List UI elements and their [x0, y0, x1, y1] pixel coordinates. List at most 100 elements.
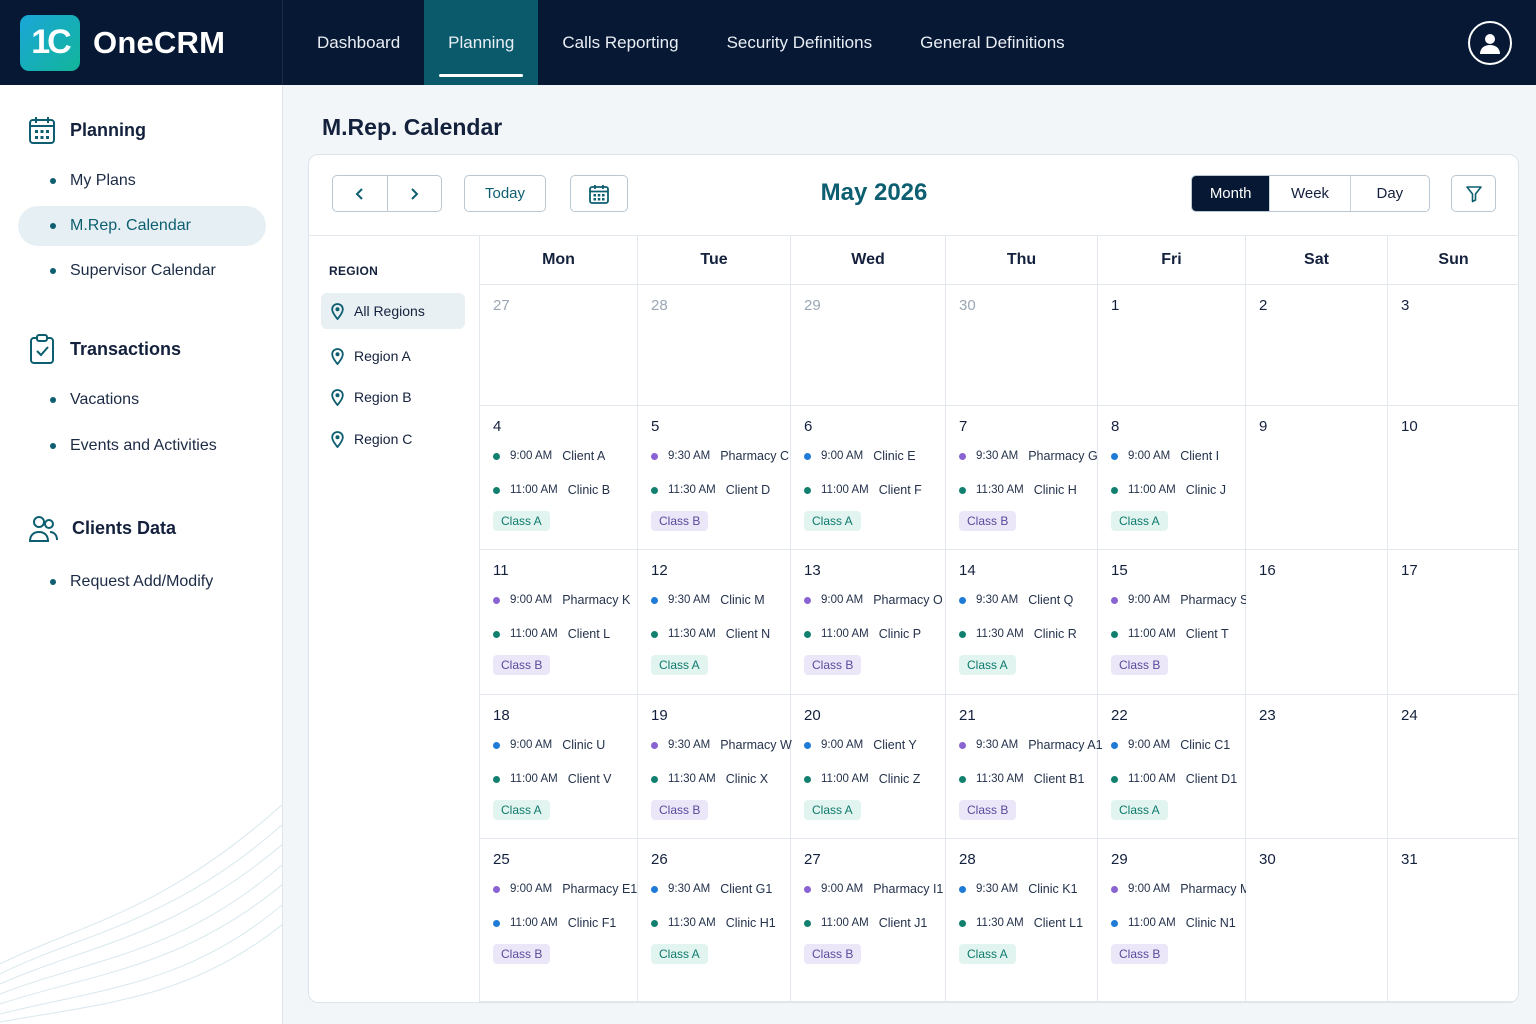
calendar-event[interactable]: 11:30 AM Client L1: [959, 916, 1097, 930]
day-cell[interactable]: 17: [1388, 550, 1518, 694]
calendar-event[interactable]: 9:30 AM Client Q: [959, 593, 1097, 607]
day-cell[interactable]: 20 9:00 AM Client Y 11:00 AM Clinic Z Class A: [791, 695, 946, 838]
view-week-button[interactable]: Week: [1269, 176, 1349, 211]
sidebar-section-transactions[interactable]: Transactions: [28, 333, 181, 365]
day-cell[interactable]: 28 9:30 AM Clinic K1 11:30 AM Client L1 Class…: [946, 839, 1098, 1001]
calendar-event[interactable]: 9:00 AM Client A: [493, 449, 637, 463]
day-cell[interactable]: 21 9:30 AM Pharmacy A1 11:30 AM Client B1 Cla…: [946, 695, 1103, 838]
calendar-event[interactable]: 9:30 AM Pharmacy G: [959, 449, 1098, 463]
day-cell[interactable]: 6 9:00 AM Clinic E 11:00 AM Client F Class A: [791, 406, 946, 549]
calendar-event[interactable]: 9:00 AM Client I: [1111, 449, 1245, 463]
calendar-event[interactable]: 11:00 AM Clinic J: [1111, 483, 1245, 497]
sidebar-item-vacations[interactable]: Vacations: [18, 380, 266, 420]
day-cell[interactable]: 9: [1246, 406, 1388, 549]
region-item-c[interactable]: Region C: [321, 421, 465, 457]
calendar-event[interactable]: 9:00 AM Pharmacy O: [804, 593, 945, 607]
calendar-event[interactable]: 11:00 AM Client T: [1111, 627, 1245, 641]
day-cell[interactable]: 11 9:00 AM Pharmacy K 11:00 AM Client L Class…: [480, 550, 638, 694]
calendar-event[interactable]: 9:30 AM Pharmacy C: [651, 449, 790, 463]
sidebar-section-clients-data[interactable]: Clients Data: [28, 513, 176, 543]
view-day-button[interactable]: Day: [1349, 176, 1429, 211]
calendar-event[interactable]: 11:30 AM Clinic H1: [651, 916, 790, 930]
calendar-event[interactable]: 11:00 AM Clinic F1: [493, 916, 637, 930]
sidebar-item-mrep-calendar[interactable]: M.Rep. Calendar: [18, 206, 266, 246]
calendar-event[interactable]: 9:30 AM Clinic M: [651, 593, 790, 607]
nav-dashboard[interactable]: Dashboard: [283, 0, 424, 85]
day-cell[interactable]: 28: [638, 285, 791, 405]
calendar-event[interactable]: 11:30 AM Client N: [651, 627, 790, 641]
day-cell[interactable]: 16: [1246, 550, 1388, 694]
nav-general-definitions[interactable]: General Definitions: [896, 0, 1089, 85]
calendar-event[interactable]: 9:00 AM Clinic E: [804, 449, 945, 463]
calendar-event[interactable]: 11:30 AM Clinic R: [959, 627, 1097, 641]
brand[interactable]: 1C OneCRM: [0, 0, 283, 85]
calendar-event[interactable]: 9:00 AM Client Y: [804, 738, 945, 752]
day-cell[interactable]: 29 9:00 AM Pharmacy M1 11:00 AM Clinic N1 Cla…: [1098, 839, 1257, 1001]
calendar-event[interactable]: 9:00 AM Clinic U: [493, 738, 637, 752]
calendar-event[interactable]: 9:00 AM Pharmacy S: [1111, 593, 1248, 607]
day-cell[interactable]: 15 9:00 AM Pharmacy S 11:00 AM Client T Class…: [1098, 550, 1248, 694]
view-month-button[interactable]: Month: [1192, 176, 1270, 211]
calendar-event[interactable]: 11:00 AM Clinic N1: [1111, 916, 1245, 930]
calendar-event[interactable]: 11:30 AM Clinic H: [959, 483, 1097, 497]
region-item-a[interactable]: Region A: [321, 338, 465, 374]
calendar-event[interactable]: 11:00 AM Client F: [804, 483, 945, 497]
calendar-event[interactable]: 9:30 AM Clinic K1: [959, 882, 1097, 896]
sidebar-section-planning[interactable]: Planning: [28, 115, 146, 145]
calendar-event[interactable]: 9:30 AM Pharmacy W: [651, 738, 792, 752]
calendar-event[interactable]: 11:00 AM Clinic B: [493, 483, 637, 497]
day-cell[interactable]: 12 9:30 AM Clinic M 11:30 AM Client N Class A: [638, 550, 791, 694]
nav-planning[interactable]: Planning: [424, 0, 539, 85]
weekday-header-mon: Mon: [480, 236, 638, 284]
calendar-event[interactable]: 11:30 AM Client B1: [959, 772, 1097, 786]
calendar-event[interactable]: 11:00 AM Client V: [493, 772, 637, 786]
day-cell[interactable]: 5 9:30 AM Pharmacy C 11:30 AM Client D Class …: [638, 406, 791, 549]
calendar-event[interactable]: 9:00 AM Pharmacy E1: [493, 882, 637, 896]
user-avatar-icon[interactable]: [1468, 21, 1512, 65]
day-cell[interactable]: 18 9:00 AM Clinic U 11:00 AM Client V Class A: [480, 695, 638, 838]
nav-security-definitions[interactable]: Security Definitions: [703, 0, 897, 85]
day-cell[interactable]: 23: [1246, 695, 1388, 838]
region-item-b[interactable]: Region B: [321, 379, 465, 415]
calendar-event[interactable]: 11:00 AM Client D1: [1111, 772, 1245, 786]
day-cell[interactable]: 10: [1388, 406, 1518, 549]
calendar-event[interactable]: 11:00 AM Client L: [493, 627, 637, 641]
sidebar-item-supervisor-calendar[interactable]: Supervisor Calendar: [18, 251, 266, 291]
calendar-event[interactable]: 9:30 AM Pharmacy A1: [959, 738, 1103, 752]
day-cell[interactable]: 2: [1246, 285, 1388, 405]
calendar-event[interactable]: 11:00 AM Client J1: [804, 916, 945, 930]
calendar-event[interactable]: 9:00 AM Pharmacy M1: [1111, 882, 1257, 896]
day-cell[interactable]: 7 9:30 AM Pharmacy G 11:30 AM Clinic H Class …: [946, 406, 1098, 549]
day-cell[interactable]: 4 9:00 AM Client A 11:00 AM Clinic B Class A: [480, 406, 638, 549]
calendar-event[interactable]: 9:00 AM Clinic C1: [1111, 738, 1245, 752]
day-cell[interactable]: 26 9:30 AM Client G1 11:30 AM Clinic H1 Class…: [638, 839, 791, 1001]
day-cell[interactable]: 1: [1098, 285, 1246, 405]
calendar-event[interactable]: 11:00 AM Clinic P: [804, 627, 945, 641]
day-cell[interactable]: 22 9:00 AM Clinic C1 11:00 AM Client D1 Class…: [1098, 695, 1246, 838]
day-cell[interactable]: 25 9:00 AM Pharmacy E1 11:00 AM Clinic F1 Cla…: [480, 839, 638, 1001]
filter-button[interactable]: [1451, 175, 1496, 212]
calendar-event[interactable]: 11:00 AM Clinic Z: [804, 772, 945, 786]
calendar-event[interactable]: 9:00 AM Pharmacy I1: [804, 882, 945, 896]
day-cell[interactable]: 27 9:00 AM Pharmacy I1 11:00 AM Client J1 Cla…: [791, 839, 946, 1001]
day-cell[interactable]: 29: [791, 285, 946, 405]
day-cell[interactable]: 30: [946, 285, 1098, 405]
day-cell[interactable]: 31: [1388, 839, 1518, 1001]
nav-calls-reporting[interactable]: Calls Reporting: [538, 0, 702, 85]
day-cell[interactable]: 14 9:30 AM Client Q 11:30 AM Clinic R Class A: [946, 550, 1098, 694]
day-cell[interactable]: 19 9:30 AM Pharmacy W 11:30 AM Clinic X Class…: [638, 695, 792, 838]
day-cell[interactable]: 8 9:00 AM Client I 11:00 AM Clinic J Class A: [1098, 406, 1246, 549]
day-cell[interactable]: 13 9:00 AM Pharmacy O 11:00 AM Clinic P Class…: [791, 550, 946, 694]
region-item-all[interactable]: All Regions: [321, 293, 465, 329]
sidebar-item-events-activities[interactable]: Events and Activities: [18, 426, 266, 466]
sidebar-item-request-add-modify[interactable]: Request Add/Modify: [18, 562, 266, 602]
day-cell[interactable]: 3: [1388, 285, 1518, 405]
day-cell[interactable]: 24: [1388, 695, 1518, 838]
day-cell[interactable]: 27: [480, 285, 638, 405]
sidebar-item-my-plans[interactable]: My Plans: [18, 161, 266, 201]
calendar-event[interactable]: 11:30 AM Client D: [651, 483, 790, 497]
calendar-event[interactable]: 9:00 AM Pharmacy K: [493, 593, 637, 607]
calendar-event[interactable]: 11:30 AM Clinic X: [651, 772, 790, 786]
day-cell[interactable]: 30: [1246, 839, 1388, 1001]
calendar-event[interactable]: 9:30 AM Client G1: [651, 882, 790, 896]
